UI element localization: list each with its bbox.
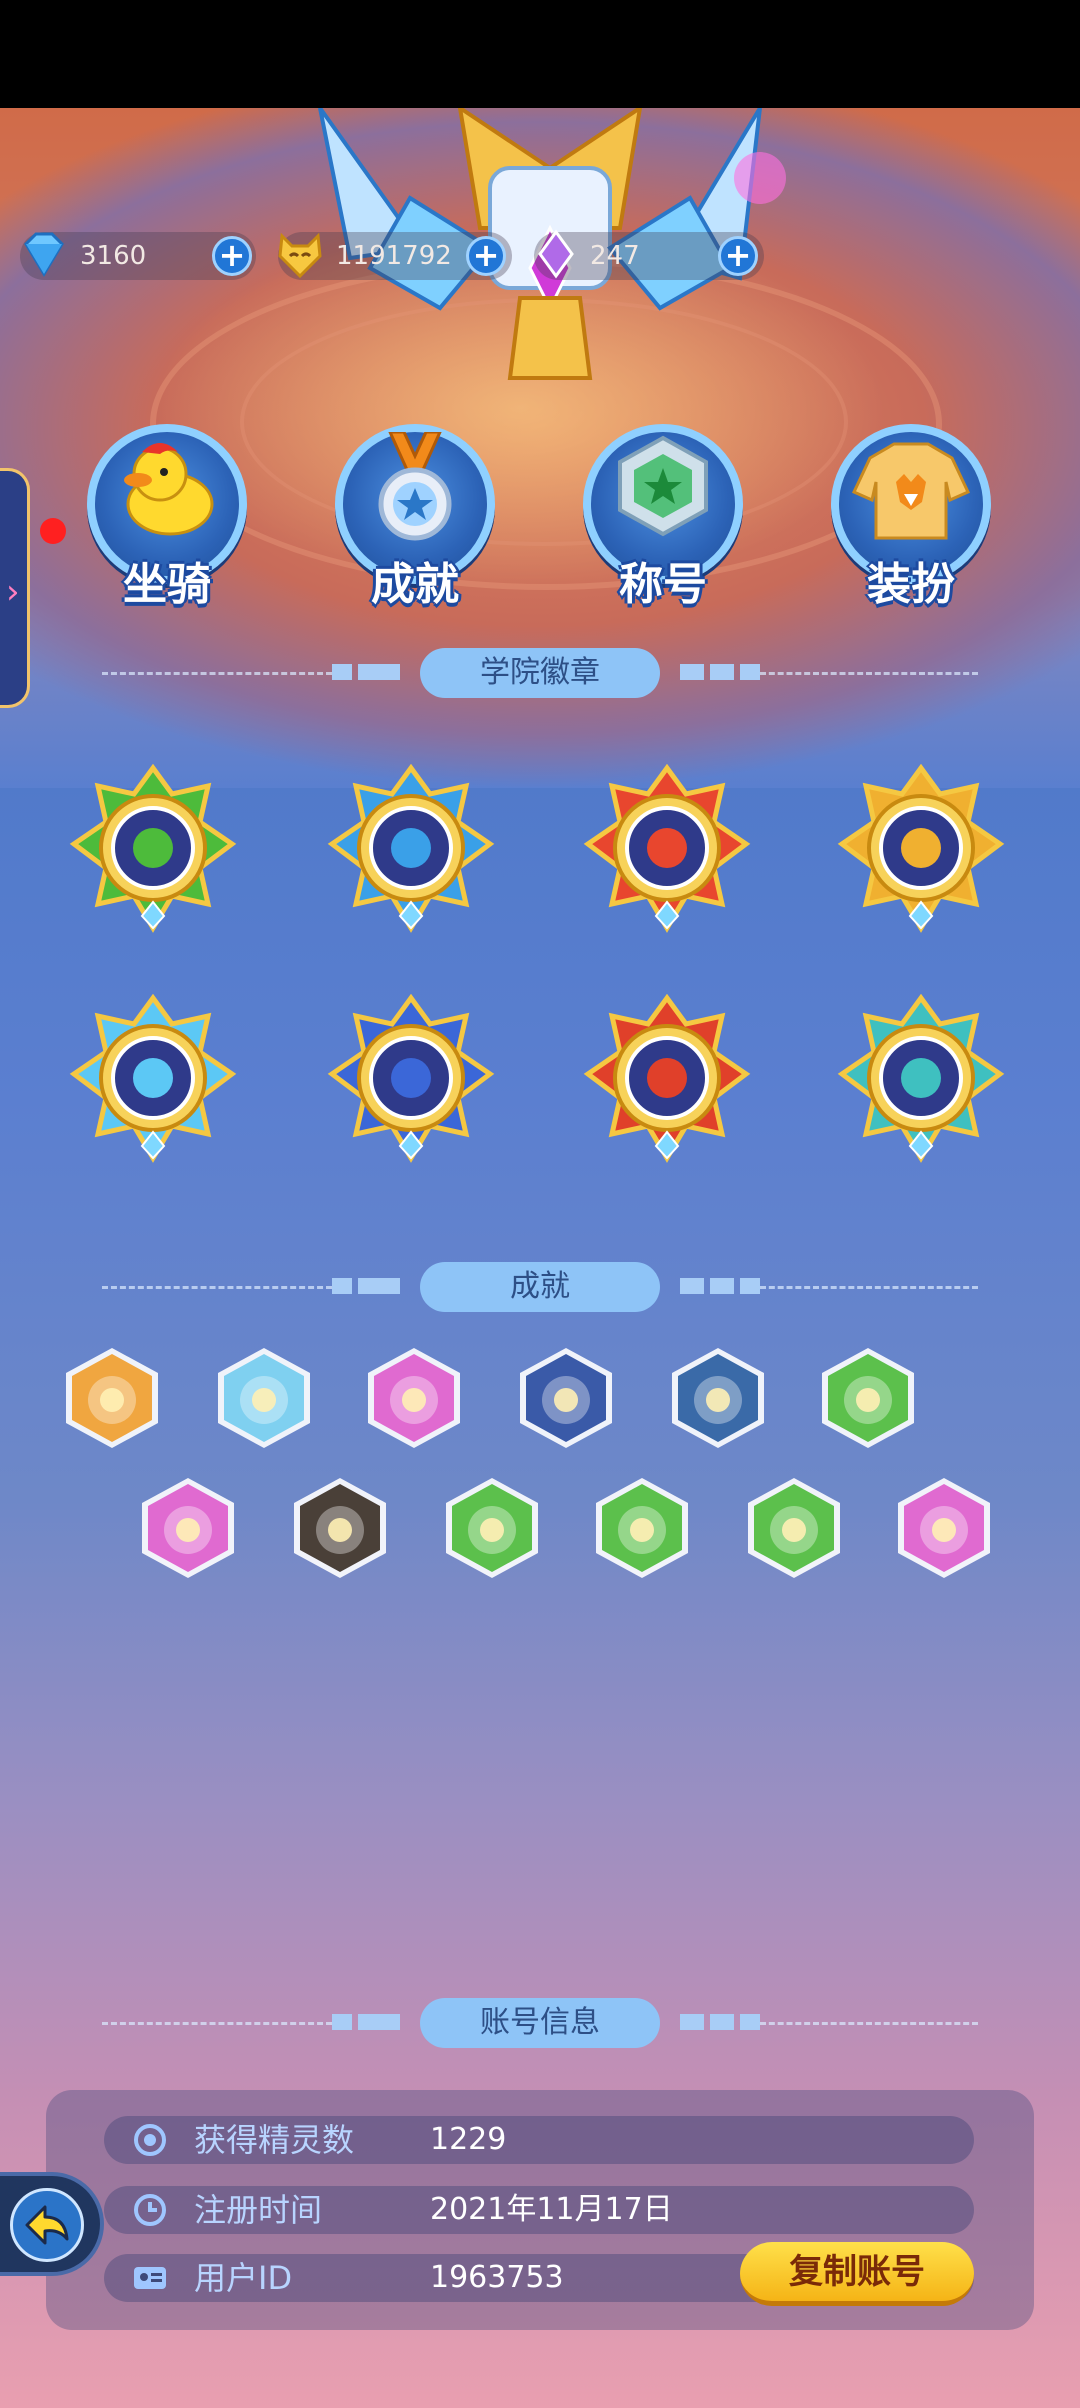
medal-icon <box>378 432 452 541</box>
notification-dot <box>40 518 66 544</box>
bunny-achievement-icon[interactable] <box>816 1346 920 1450</box>
sword-achievement-icon[interactable] <box>288 1476 392 1580</box>
flame-beast-badge-icon[interactable] <box>582 994 752 1164</box>
castle-achievement-icon[interactable] <box>136 1476 240 1580</box>
chevron-right-icon[interactable]: › <box>6 572 20 612</box>
clock-icon <box>134 2194 166 2226</box>
add-diamond-button[interactable]: + <box>212 236 252 276</box>
knight-achievement-icon[interactable] <box>666 1346 770 1450</box>
register-time-label: 注册时间 <box>194 2191 323 2229</box>
section-header-account: 账号信息 <box>0 1998 1080 2048</box>
achievement-button[interactable]: 成就 <box>330 424 500 610</box>
thunder-badge-icon[interactable] <box>326 994 496 1164</box>
outfit-button[interactable]: 装扮 <box>826 424 996 610</box>
title-label: 称号 <box>619 559 707 610</box>
diamond-count: 3160 <box>80 241 147 271</box>
earth-badge-icon[interactable] <box>836 764 1006 934</box>
wind-badge-icon[interactable] <box>326 764 496 934</box>
coin-achievement-icon[interactable] <box>590 1476 694 1580</box>
title-button[interactable]: 称号 <box>578 424 748 610</box>
status-bar <box>0 0 1080 108</box>
add-energy-button[interactable]: + <box>718 236 758 276</box>
leaf-badge-icon[interactable] <box>68 764 238 934</box>
outfit-label: 装扮 <box>867 559 955 610</box>
monster-achievement-icon[interactable] <box>514 1346 618 1450</box>
spirit-count-value: 1229 <box>430 2122 507 2157</box>
achievements-title: 成就 <box>420 1262 660 1312</box>
account-title: 账号信息 <box>420 1998 660 2048</box>
register-time-value: 2021年11月17日 <box>430 2192 673 2227</box>
energy-count: 247 <box>590 241 640 271</box>
row-register-time: 注册时间 2021年11月17日 <box>104 2186 974 2234</box>
back-button[interactable] <box>0 2172 104 2276</box>
energy-icon <box>538 229 574 279</box>
spirit-count-label: 获得精灵数 <box>194 2121 355 2159</box>
fire-badge-icon[interactable] <box>582 764 752 934</box>
cat-coin-icon <box>278 232 322 279</box>
badges-title: 学院徽章 <box>420 648 660 698</box>
add-catcoin-button[interactable]: + <box>466 236 506 276</box>
currency-diamond: 3160 + <box>20 232 256 280</box>
bandana-achievement-icon[interactable] <box>742 1476 846 1580</box>
currency-energy: 247 + <box>534 229 764 280</box>
spirit-icon <box>134 2124 166 2156</box>
copy-account-button[interactable]: 复制账号 <box>740 2242 974 2306</box>
fox-sweater-icon <box>851 442 971 540</box>
mount-button[interactable]: 坐骑 <box>82 424 252 610</box>
wing-badge-icon[interactable] <box>836 994 1006 1164</box>
section-header-achievements: 成就 <box>0 1262 1080 1312</box>
back-arrow-icon <box>25 2205 69 2245</box>
title-badge-icon <box>618 435 708 537</box>
diamond-icon <box>24 232 64 277</box>
star-laurel-achievement-icon[interactable] <box>212 1346 316 1450</box>
id-card-icon <box>134 2267 166 2289</box>
catcoin-count: 1191792 <box>336 241 452 271</box>
user-id-label: 用户ID <box>194 2259 293 2297</box>
laughing-achievement-icon[interactable] <box>892 1476 996 1580</box>
section-header-badges: 学院徽章 <box>0 648 1080 698</box>
duck-mount-icon <box>124 443 214 536</box>
dice-achievement-icon[interactable] <box>362 1346 466 1450</box>
mount-label: 坐骑 <box>123 559 211 610</box>
currency-catcoin: 1191792 + <box>278 232 512 280</box>
user-id-value: 1963753 <box>430 2260 564 2295</box>
fruit-achievement-icon[interactable] <box>440 1476 544 1580</box>
row-spirit-count: 获得精灵数 1229 <box>104 2116 974 2164</box>
ice-badge-icon[interactable] <box>68 994 238 1164</box>
fox-achievement-icon[interactable] <box>60 1346 164 1450</box>
achievement-label: 成就 <box>371 559 459 610</box>
